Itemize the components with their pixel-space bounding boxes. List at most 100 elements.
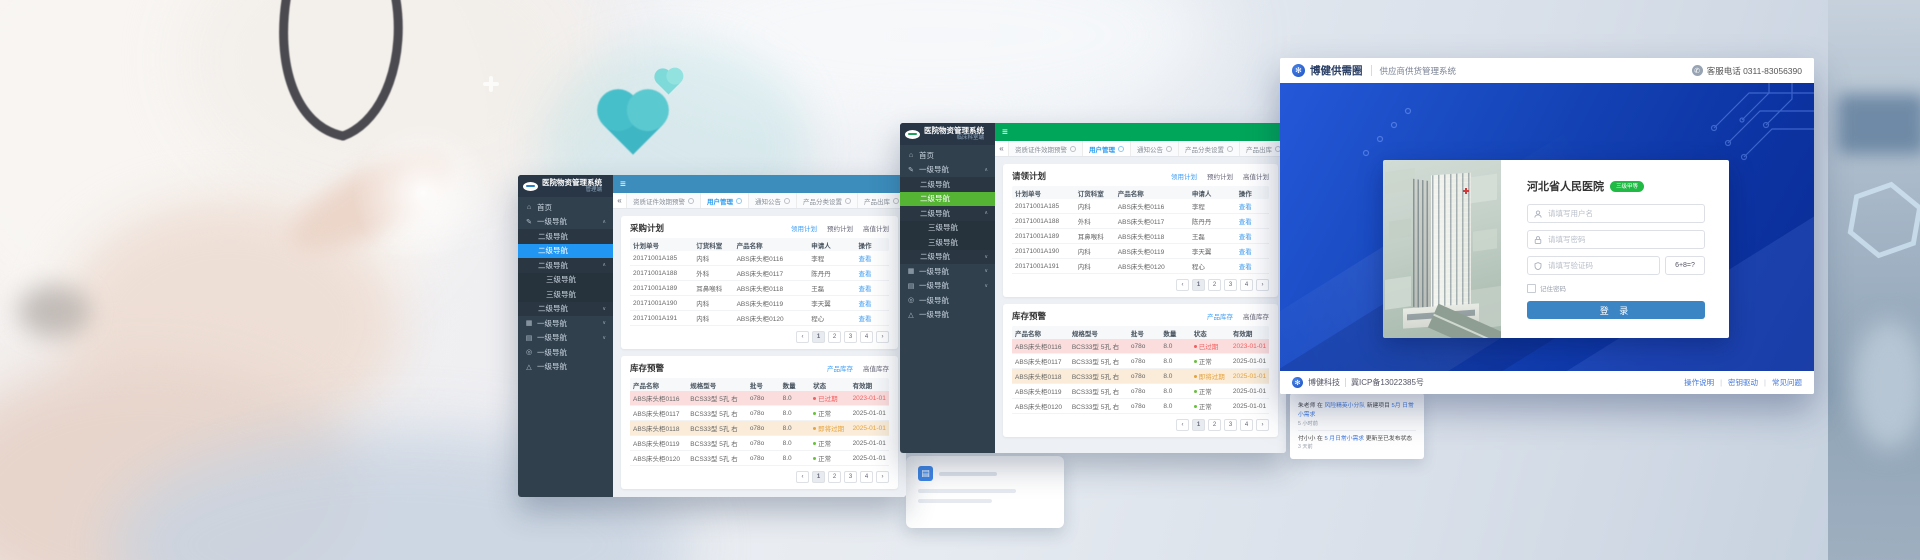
page-button[interactable]: 1	[812, 471, 825, 483]
sidebar-item-home[interactable]: ⌂首页	[518, 200, 613, 215]
hamburger-icon[interactable]: ≡	[620, 179, 626, 190]
sidebar-item-nav2[interactable]: 二级导航∨	[518, 302, 613, 317]
link-requisition-plan[interactable]: 领用计划	[1171, 171, 1197, 181]
sidebar-item-nav1[interactable]: ▤一级导航∨	[900, 279, 995, 294]
link-highvalue-plan[interactable]: 高值计划	[1243, 171, 1269, 181]
feed-item[interactable]: 付小小 在 5 月日常小需求 更新至已发布状态 3 天前	[1298, 430, 1416, 454]
sidebar-item-nav1[interactable]: ▦一级导航∨	[900, 264, 995, 279]
page-button[interactable]: 2	[828, 471, 841, 483]
feed-item[interactable]: 朱老师 在 风险精英小分队 新建项目 5月 日常小需求 5 小时前	[1298, 398, 1416, 430]
sidebar-item-nav2-active[interactable]: 二级导航	[900, 192, 995, 207]
link-reservation-plan[interactable]: 预约计划	[827, 223, 853, 233]
page-button[interactable]: 4	[1240, 419, 1253, 431]
page-button[interactable]: 2	[1208, 419, 1221, 431]
captcha-field[interactable]	[1527, 256, 1660, 275]
page-next-button[interactable]: ›	[876, 471, 889, 483]
page-button[interactable]: 1	[1192, 279, 1205, 291]
link-highvalue-stock[interactable]: 高值库存	[863, 363, 889, 373]
link-reservation-plan[interactable]: 预约计划	[1207, 171, 1233, 181]
tab-collapse-icon[interactable]: «	[613, 193, 627, 208]
page-next-button[interactable]: ›	[1256, 279, 1269, 291]
page-button[interactable]: 2	[828, 331, 841, 343]
link-key-driver[interactable]: 密钥驱动	[1728, 377, 1758, 388]
page-prev-button[interactable]: ‹	[1176, 279, 1189, 291]
view-link[interactable]: 查看	[1236, 201, 1269, 211]
sidebar-item-nav1[interactable]: ▦一级导航∨	[518, 316, 613, 331]
tab-notice[interactable]: 通知公告	[749, 193, 797, 208]
tab-cert-warning[interactable]: 资质证件效期预警	[1009, 141, 1083, 156]
captcha-challenge[interactable]: 6+8=?	[1665, 256, 1705, 275]
tab-category-settings[interactable]: 产品分类设置	[1179, 141, 1240, 156]
sidebar-item-nav2[interactable]: 二级导航	[900, 177, 995, 192]
link-faq[interactable]: 常见问题	[1772, 377, 1802, 388]
sidebar-item-nav3[interactable]: 三级导航	[518, 287, 613, 302]
view-link[interactable]: 查看	[1236, 246, 1269, 256]
sidebar-item-nav2[interactable]: 二级导航	[518, 229, 613, 244]
sidebar-item-nav2[interactable]: 二级导航∨	[900, 250, 995, 265]
link-highvalue-stock[interactable]: 高值库存	[1243, 311, 1269, 321]
sidebar-item-nav3[interactable]: 三级导航	[900, 221, 995, 236]
status-badge: 正常	[818, 411, 831, 418]
sidebar-item-nav1[interactable]: ◎一级导航	[900, 293, 995, 308]
sidebar-item-nav1[interactable]: ✎一级导航∧	[900, 163, 995, 178]
tab-collapse-icon[interactable]: «	[995, 141, 1009, 156]
link-product-stock[interactable]: 产品库存	[827, 363, 853, 373]
tab-category-settings[interactable]: 产品分类设置	[797, 193, 858, 208]
sidebar-item-nav1[interactable]: △一级导航	[900, 308, 995, 323]
view-link[interactable]: 查看	[856, 298, 889, 308]
password-input[interactable]	[1546, 234, 1698, 245]
page-button[interactable]: 3	[1224, 419, 1237, 431]
feed-link[interactable]: 风险精英小分队	[1324, 403, 1365, 409]
hamburger-icon[interactable]: ≡	[1002, 127, 1008, 138]
tab-cert-warning[interactable]: 资质证件效期预警	[627, 193, 701, 208]
tab-notice[interactable]: 通知公告	[1131, 141, 1179, 156]
sidebar-item-nav2[interactable]: 二级导航∧	[518, 258, 613, 273]
link-highvalue-plan[interactable]: 高值计划	[863, 223, 889, 233]
link-instructions[interactable]: 操作说明	[1684, 377, 1714, 388]
page-prev-button[interactable]: ‹	[796, 331, 809, 343]
sidebar-item-nav1[interactable]: ◎一级导航	[518, 345, 613, 360]
sidebar-item-nav3[interactable]: 三级导航	[518, 273, 613, 288]
tab-user-management[interactable]: 用户管理	[701, 193, 749, 208]
view-link[interactable]: 查看	[1236, 231, 1269, 241]
table-row: 20171001A191内科ABS床头柜0120程心查看	[630, 311, 889, 326]
view-link[interactable]: 查看	[1236, 216, 1269, 226]
page-button[interactable]: 4	[860, 331, 873, 343]
view-link[interactable]: 查看	[856, 313, 889, 323]
sidebar-item-nav1[interactable]: △一级导航	[518, 360, 613, 375]
sidebar-item-home[interactable]: ⌂首页	[900, 148, 995, 163]
link-product-stock[interactable]: 产品库存	[1207, 311, 1233, 321]
sidebar-item-nav2-active[interactable]: 二级导航	[518, 244, 613, 259]
page-next-button[interactable]: ›	[876, 331, 889, 343]
link-requisition-plan[interactable]: 领用计划	[791, 223, 817, 233]
view-link[interactable]: 查看	[856, 253, 889, 263]
remember-checkbox[interactable]	[1527, 284, 1536, 293]
page-button[interactable]: 4	[860, 471, 873, 483]
page-button[interactable]: 4	[1240, 279, 1253, 291]
sidebar-item-nav3[interactable]: 三级导航	[900, 235, 995, 250]
captcha-input[interactable]	[1546, 260, 1653, 271]
page-button[interactable]: 1	[812, 331, 825, 343]
password-field[interactable]	[1527, 230, 1705, 249]
page-next-button[interactable]: ›	[1256, 419, 1269, 431]
sidebar-item-nav1[interactable]: ✎一级导航∧	[518, 215, 613, 230]
username-field[interactable]	[1527, 204, 1705, 223]
tab-product-outbound[interactable]: 产品出库	[858, 193, 906, 208]
username-input[interactable]	[1546, 208, 1698, 219]
page-button[interactable]: 3	[844, 471, 857, 483]
page-button[interactable]: 3	[844, 331, 857, 343]
feed-link[interactable]: 5 月日常小需求	[1324, 436, 1364, 442]
page-button[interactable]: 1	[1192, 419, 1205, 431]
page-prev-button[interactable]: ‹	[796, 471, 809, 483]
view-link[interactable]: 查看	[856, 283, 889, 293]
sidebar-item-nav1[interactable]: ▤一级导航∨	[518, 331, 613, 346]
page-button[interactable]: 3	[1224, 279, 1237, 291]
tab-user-management[interactable]: 用户管理	[1083, 141, 1131, 156]
page-button[interactable]: 2	[1208, 279, 1221, 291]
footer-icp[interactable]: 冀ICP备13022385号	[1351, 377, 1424, 388]
sidebar-item-nav2[interactable]: 二级导航∧	[900, 206, 995, 221]
page-prev-button[interactable]: ‹	[1176, 419, 1189, 431]
login-button[interactable]: 登 录	[1527, 301, 1705, 319]
view-link[interactable]: 查看	[856, 268, 889, 278]
view-link[interactable]: 查看	[1236, 261, 1269, 271]
